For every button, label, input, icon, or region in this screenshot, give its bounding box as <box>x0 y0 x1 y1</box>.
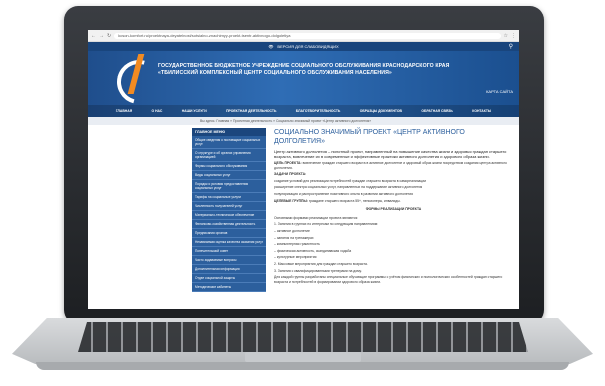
top-strip: 👁 ВЕРСИЯ ДЛЯ СЛАБОВИДЯЩИХ ⚲ <box>88 42 519 51</box>
site-header: 👁 ВЕРСИЯ ДЛЯ СЛАБОВИДЯЩИХ ⚲ ГОСУДАРСТВЕН… <box>88 42 519 117</box>
forms-intro: Основными формами реализации проекта явл… <box>274 215 359 220</box>
org-name: ГОСУДАРСТВЕННОЕ БЮДЖЕТНОЕ УЧРЕЖДЕНИЕ СОЦ… <box>158 63 503 77</box>
article-lead: Центр активного долголетия – пилотный пр… <box>274 149 507 159</box>
nav-item-feedback[interactable]: ОБРАТНАЯ СВЯЗЬ <box>421 109 452 113</box>
eye-icon: 👁 <box>268 44 274 49</box>
nav-item-contacts[interactable]: КОНТАКТЫ <box>472 109 491 113</box>
sidebar-item[interactable]: Независимая оценка качества оказания усл… <box>192 238 266 247</box>
back-icon[interactable]: ← <box>91 33 96 39</box>
menu-icon[interactable]: ⋮ <box>511 33 516 39</box>
breadcrumb[interactable]: Вы здесь: Главная » Проектная деятельнос… <box>88 117 519 125</box>
content-area: ГЛАВНОЕ МЕНЮ Общие сведения о поставщике… <box>88 125 519 292</box>
task-item: расширение спектра социальных услуг, нап… <box>274 185 423 190</box>
article-closing: Для каждой группы разработаны специальны… <box>274 275 503 284</box>
sidebar-item[interactable]: Дополнительная информация <box>192 265 266 274</box>
site-logo[interactable] <box>108 51 170 113</box>
org-name-line1: ГОСУДАРСТВЕННОЕ БЮДЖЕТНОЕ УЧРЕЖДЕНИЕ СОЦ… <box>158 63 450 69</box>
address-bar[interactable]: kcson-komfort.ru/proektnaya-deyatelnost/… <box>114 32 501 39</box>
target-label: ЦЕЛЕВЫЕ ГРУППЫ: <box>274 198 308 203</box>
form-item: – активное долголетие <box>274 228 310 233</box>
goal-text: вовлечение граждан старшего возраста в а… <box>274 161 507 170</box>
laptop-trackpad <box>245 352 361 362</box>
sidebar-item[interactable]: Методические кабинеты <box>192 283 266 292</box>
target-text: граждане старшего возраста 55+, пенсионе… <box>308 198 401 203</box>
goal-label: ЦЕЛЬ ПРОЕКТА: <box>274 161 302 165</box>
nav-item-home[interactable]: ГЛАВНАЯ <box>116 109 132 113</box>
tasks-label: ЗАДАЧИ ПРОЕКТА: <box>274 172 307 177</box>
sidebar-item[interactable]: Отдел социальной защиты <box>192 274 266 283</box>
sidebar-item[interactable]: Предписания органов <box>192 229 266 238</box>
laptop-keyboard <box>78 322 528 352</box>
sidebar-item[interactable]: Финансово-хозяйственная деятельность <box>192 220 266 229</box>
form-item: 1. Занятия в группах по интересам по сле… <box>274 222 378 227</box>
browser-bar: ← → ↻ kcson-komfort.ru/proektnaya-deyate… <box>88 30 519 42</box>
form-item: – физическая активность, скандинавская х… <box>274 248 352 253</box>
nav-item-services[interactable]: НАШИ УСЛУГИ <box>182 109 207 113</box>
reload-icon[interactable]: ↻ <box>107 33 111 39</box>
sidebar-item[interactable]: О структуре и об органах управления орга… <box>192 149 266 162</box>
nav-item-documents[interactable]: ОБРАЗЦЫ ДОКУМЕНТОВ <box>360 109 402 113</box>
main-nav: ГЛАВНАЯ О НАС НАШИ УСЛУГИ ПРОЕКТНАЯ ДЕЯТ… <box>88 105 519 117</box>
sidebar-item[interactable]: Численность получателей услуг <box>192 202 266 211</box>
article-goal: ЦЕЛЬ ПРОЕКТА: вовлечение граждан старшег… <box>274 161 513 170</box>
laptop-base-front <box>36 362 569 370</box>
sidebar-header: ГЛАВНОЕ МЕНЮ <box>192 128 266 136</box>
form-item: – занятия на тренажерах <box>274 235 314 240</box>
article-target: ЦЕЛЕВЫЕ ГРУППЫ: граждане старшего возрас… <box>274 199 513 204</box>
sidebar-menu: ГЛАВНОЕ МЕНЮ Общие сведения о поставщике… <box>192 128 266 292</box>
sidebar-item[interactable]: Формы социального обслуживания <box>192 162 266 171</box>
forms-title: ФОРМЫ РЕАЛИЗАЦИИ ПРОЕКТА <box>365 207 422 212</box>
org-name-line2: «ТБИЛИССКИЙ КОМПЛЕКСНЫЙ ЦЕНТР СОЦИАЛЬНОГ… <box>158 70 392 76</box>
form-item: 2. Массовые мероприятия для граждан стар… <box>274 261 368 266</box>
star-icon[interactable]: ☆ <box>504 33 508 39</box>
sidebar-item[interactable]: Порядок и условия предоставления социаль… <box>192 180 266 193</box>
nav-item-charity[interactable]: БЛАГОТВОРИТЕЛЬНОСТЬ <box>296 109 341 113</box>
sidebar-item[interactable]: Тарифы на социальные услуги <box>192 193 266 202</box>
task-item: создание условий для реализации потребно… <box>274 178 426 183</box>
page-title: СОЦИАЛЬНО ЗНАЧИМЫЙ ПРОЕКТ «ЦЕНТР АКТИВНО… <box>274 129 465 145</box>
forward-icon[interactable]: → <box>99 33 104 39</box>
form-item: – компьютерная грамотность <box>274 242 320 247</box>
task-item: популяризация и распространение позитивн… <box>274 191 413 196</box>
laptop-screen: ← → ↻ kcson-komfort.ru/proektnaya-deyate… <box>88 30 519 309</box>
sidebar-item[interactable]: Часто задаваемые вопросы <box>192 256 266 265</box>
search-icon[interactable]: ⚲ <box>509 43 513 50</box>
sidebar-item[interactable]: Материально-техническое обеспечение <box>192 211 266 220</box>
form-item: 3. Занятия с квалифицированными тренерам… <box>274 268 362 273</box>
sidebar-item[interactable]: Виды социальных услуг <box>192 171 266 180</box>
nav-item-projects[interactable]: ПРОЕКТНАЯ ДЕЯТЕЛЬНОСТЬ <box>226 109 276 113</box>
accessibility-link[interactable]: ВЕРСИЯ ДЛЯ СЛАБОВИДЯЩИХ <box>277 44 338 49</box>
sidebar-item[interactable]: Общие сведения о поставщике социальных у… <box>192 136 266 149</box>
form-item: – культурные мероприятия <box>274 255 317 260</box>
nav-item-about[interactable]: О НАС <box>152 109 163 113</box>
sidebar-item[interactable]: Попечительский совет <box>192 247 266 256</box>
site-map-link[interactable]: КАРТА САЙТА <box>486 89 513 94</box>
article: СОЦИАЛЬНО ЗНАЧИМЫЙ ПРОЕКТ «ЦЕНТР АКТИВНО… <box>266 128 513 292</box>
